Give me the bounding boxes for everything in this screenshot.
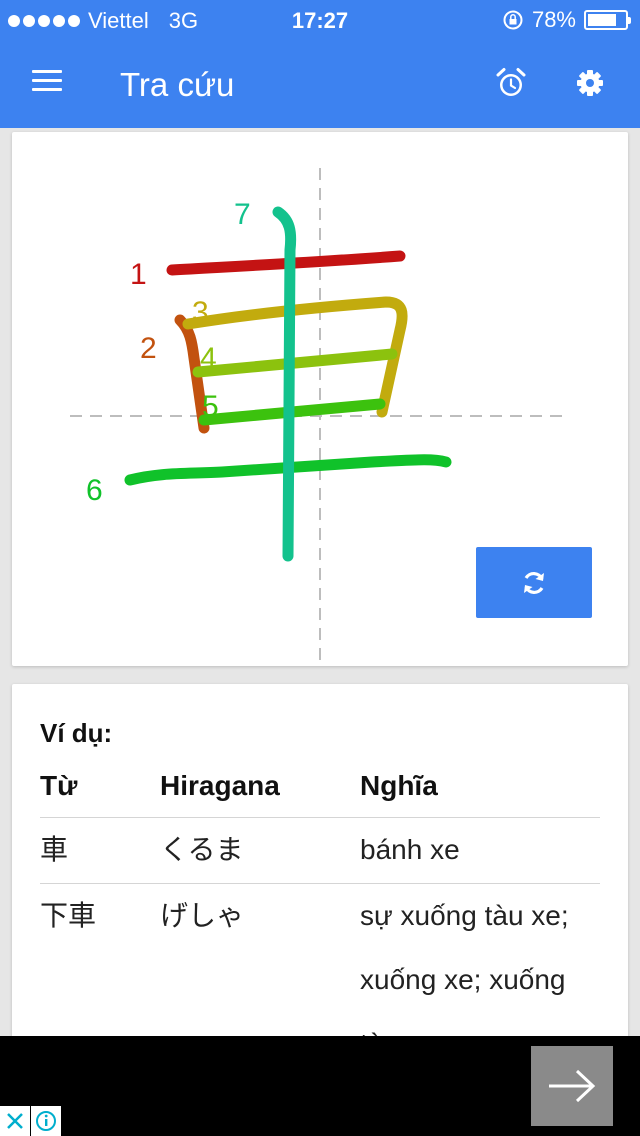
examples-table: Từ Hiragana Nghĩa 車 くるま bánh xe 下車 げしゃ s… — [40, 766, 600, 1044]
replay-button[interactable] — [476, 547, 592, 618]
column-header-meaning: Nghĩa — [360, 770, 438, 801]
menu-icon-line — [32, 79, 62, 82]
ad-close-button[interactable] — [0, 1106, 30, 1136]
menu-icon-line — [32, 70, 62, 73]
ad-badges — [0, 1106, 62, 1136]
battery-fill — [588, 14, 616, 26]
kanji-stroke-card: 1 2 3 4 5 6 7 — [12, 132, 628, 666]
meaning-cell: bánh xe — [360, 834, 460, 865]
settings-button[interactable] — [574, 66, 606, 100]
arrow-right-icon — [549, 1069, 596, 1103]
examples-card: Ví dụ: Từ Hiragana Nghĩa 車 くるま bánh xe 下… — [12, 684, 628, 1044]
word-cell: 車 — [40, 833, 69, 866]
column-header-hiragana: Hiragana — [160, 770, 280, 801]
close-icon — [7, 1113, 23, 1129]
hiragana-cell: げしゃ — [160, 899, 245, 932]
table-row[interactable]: 下車 げしゃ sự xuống tàu xe; xuống xe; xuống … — [40, 884, 600, 1045]
stroke-number-2: 2 — [140, 332, 157, 365]
alarm-button[interactable] — [494, 66, 528, 100]
stroke-number-5: 5 — [202, 390, 219, 423]
table-header-row: Từ Hiragana Nghĩa — [40, 766, 600, 818]
app-bar: Tra cứu — [0, 40, 640, 128]
ad-info-button[interactable] — [31, 1106, 61, 1136]
word-cell: 下車 — [40, 899, 97, 932]
meaning-cell: sự xuống tàu xe; xuống xe; xuống tàu — [360, 900, 569, 1044]
ad-banner[interactable] — [0, 1036, 640, 1136]
rotation-lock-icon — [503, 10, 523, 30]
hiragana-cell: くるま — [160, 833, 244, 866]
column-header-word: Từ — [40, 770, 78, 801]
page-title: Tra cứu — [120, 66, 235, 103]
ad-next-button[interactable] — [531, 1046, 613, 1126]
stroke-number-3: 3 — [192, 296, 209, 329]
stroke-number-6: 6 — [86, 474, 103, 507]
stroke-4 — [192, 348, 398, 378]
stroke-number-4: 4 — [200, 342, 217, 375]
alarm-clock-icon — [496, 68, 526, 96]
battery-icon — [584, 10, 631, 30]
menu-icon-line — [32, 88, 62, 91]
refresh-icon — [524, 571, 544, 594]
info-icon — [36, 1111, 56, 1131]
stroke-number-1: 1 — [130, 258, 147, 291]
status-right: 78% — [502, 7, 631, 33]
battery-percent: 78% — [531, 7, 576, 32]
examples-title: Ví dụ: — [40, 718, 113, 748]
menu-button[interactable] — [32, 70, 62, 94]
gear-icon — [577, 70, 603, 96]
stroke-number-7: 7 — [234, 198, 251, 231]
table-row[interactable]: 車 くるま bánh xe — [40, 818, 600, 884]
status-bar: Viettel 3G 17:27 78% — [0, 0, 640, 40]
